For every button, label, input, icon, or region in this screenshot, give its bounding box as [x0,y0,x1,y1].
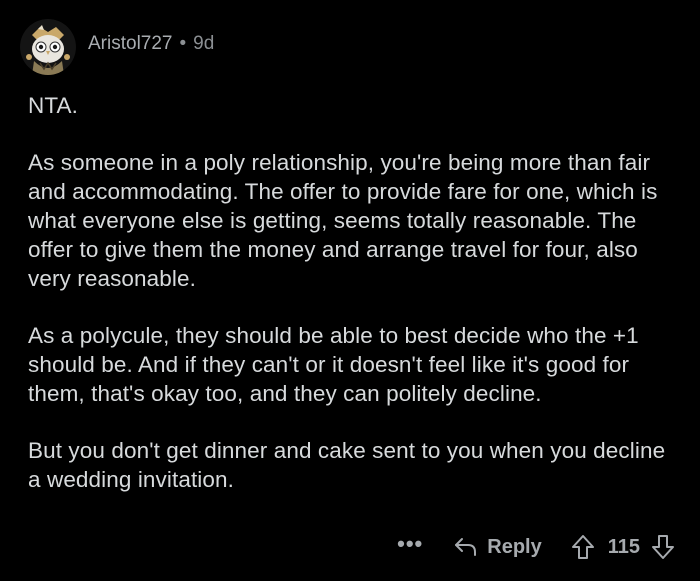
comment-body: NTA. As someone in a poly relationship, … [28,91,678,522]
comment-paragraph-3: As a polycule, they should be able to be… [28,323,639,406]
comment-paragraph-1: NTA. [28,93,78,118]
user-avatar[interactable] [20,19,76,75]
comment: Aristol727 • 9d NTA. As someone in a pol… [0,0,700,581]
downvote-arrow-icon[interactable] [650,534,676,560]
meta-separator: • [179,33,187,54]
vote-controls: 115 [570,534,676,560]
more-options-button[interactable]: ••• [397,533,423,555]
comment-age: 9d [193,33,215,54]
username[interactable]: Aristol727 [88,33,173,55]
reply-label: Reply [487,535,542,558]
reply-arrow-icon [455,538,477,556]
upvote-arrow-icon[interactable] [570,534,596,560]
owl-avatar-icon [20,19,76,75]
comment-actions: ••• Reply 115 [397,530,676,564]
comment-paragraph-4: But you don't get dinner and cake sent t… [28,438,666,492]
vote-count: 115 [607,535,640,558]
comment-paragraph-2: As someone in a poly relationship, you'r… [28,150,658,291]
comment-header: Aristol727 • 9d [20,16,214,78]
reply-button[interactable]: Reply [453,535,542,559]
comment-meta: Aristol727 • 9d [88,33,214,55]
